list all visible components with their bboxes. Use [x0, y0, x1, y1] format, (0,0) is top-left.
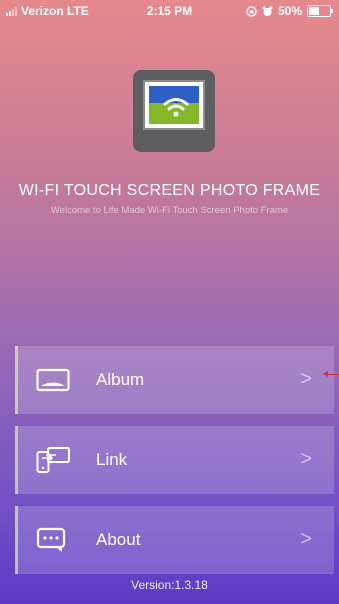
- menu-item-album[interactable]: Album >: [15, 346, 334, 414]
- battery-fill: [309, 7, 319, 15]
- chevron-right-icon: >: [300, 528, 312, 550]
- app-title: WI-FI TOUCH SCREEN PHOTO FRAME: [18, 182, 321, 199]
- version-label: Version:1.3.18: [131, 578, 208, 592]
- battery-percent: 50%: [277, 4, 302, 18]
- status-bar: Verizon LTE 2:15 PM 50%: [0, 0, 339, 22]
- link-devices-icon: [36, 447, 70, 473]
- menu-item-about[interactable]: About >: [15, 506, 334, 574]
- wifi-icon: [163, 98, 189, 117]
- photo-icon: [36, 368, 70, 392]
- chevron-right-icon: >: [300, 368, 312, 390]
- app-logo-icon: [133, 70, 215, 152]
- red-arrow-indicator: [323, 371, 339, 377]
- chevron-right-icon: >: [300, 448, 312, 470]
- about-icon: [36, 527, 66, 552]
- photo-frame-graphic: [143, 80, 205, 130]
- menu-item-label: About: [96, 530, 141, 549]
- battery-icon: [307, 5, 333, 17]
- menu-item-link[interactable]: Link >: [15, 426, 334, 494]
- menu-item-label: Link: [96, 450, 128, 469]
- orientation-lock-icon: [246, 5, 257, 17]
- alarm-icon: [262, 6, 273, 16]
- menu-item-label: Album: [96, 370, 145, 389]
- app-subtitle: Welcome to Life Made Wi-Fi Touch Screen …: [50, 205, 289, 216]
- status-right: 50%: [246, 4, 333, 18]
